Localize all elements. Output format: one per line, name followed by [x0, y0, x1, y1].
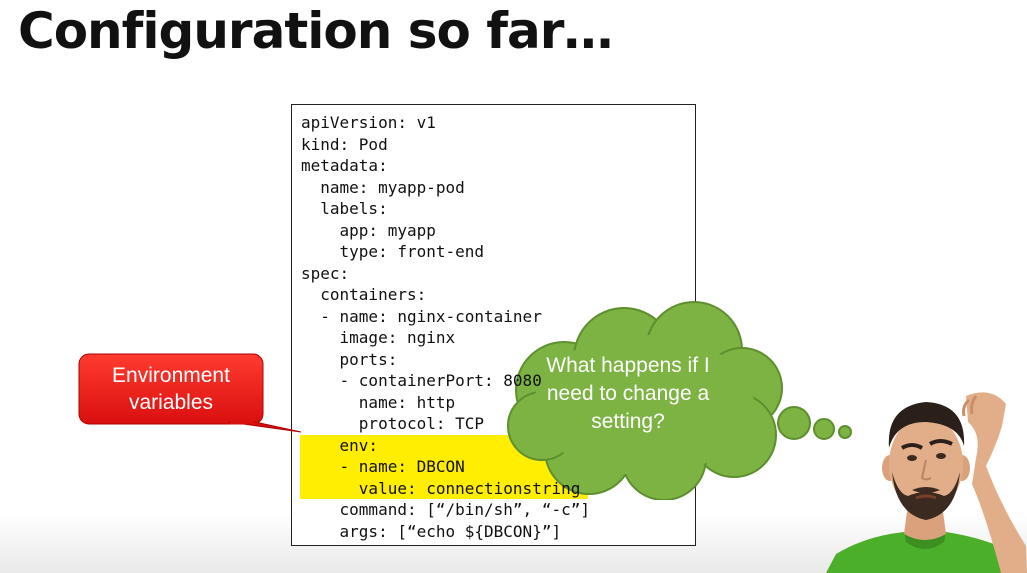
code-line-text: protocol: TCP	[301, 414, 485, 433]
code-line: args: [“echo ${DBCON}”]	[301, 521, 590, 543]
code-line-text: spec:	[301, 263, 350, 283]
code-line: labels:	[301, 198, 590, 220]
thought-bubble-large	[777, 406, 811, 440]
code-line-text: args: [“echo ${DBCON}”]	[301, 521, 562, 541]
code-line-text: value: connectionstring	[301, 478, 581, 498]
code-line-text: containers:	[301, 285, 427, 304]
slide-title: Configuration so far…	[18, 2, 613, 60]
confused-man-icon	[826, 392, 1027, 573]
code-line: name: myapp-pod	[301, 177, 590, 199]
callout-text: Environment variables	[112, 364, 230, 414]
code-line-text: apiVersion: v1	[301, 113, 436, 132]
code-line-text: name: myapp-pod	[301, 177, 465, 197]
code-line: spec:	[301, 263, 590, 285]
environment-variables-callout: Environment variables	[78, 353, 302, 433]
code-line-text: command: [“/bin/sh”, “-c”]	[301, 500, 590, 519]
code-line-text: labels:	[301, 199, 388, 218]
code-line: app: myapp	[301, 220, 590, 242]
code-line-text: - name: nginx-container	[301, 306, 542, 326]
code-line-text: image: nginx	[301, 328, 456, 347]
thought-text: What happens if I need to change a setti…	[546, 354, 710, 433]
code-line: metadata:	[301, 155, 590, 177]
code-line: apiVersion: v1	[301, 112, 590, 134]
code-line: type: front-end	[301, 241, 590, 263]
code-line-text: app: myapp	[301, 220, 436, 240]
code-line-text: kind: Pod	[301, 134, 388, 154]
code-line-text: ports:	[301, 349, 398, 369]
code-line-text: type: front-end	[301, 242, 485, 261]
code-line-text: env:	[301, 435, 379, 455]
code-line-text: - containerPort: 8080	[301, 371, 542, 390]
code-line-text: metadata:	[301, 156, 388, 175]
code-line-text: - name: DBCON	[301, 457, 465, 476]
code-line: value: connectionstring	[300, 477, 590, 499]
code-line-text: name: http	[301, 392, 456, 412]
code-line: command: [“/bin/sh”, “-c”]	[301, 499, 590, 521]
code-line: kind: Pod	[301, 134, 590, 156]
